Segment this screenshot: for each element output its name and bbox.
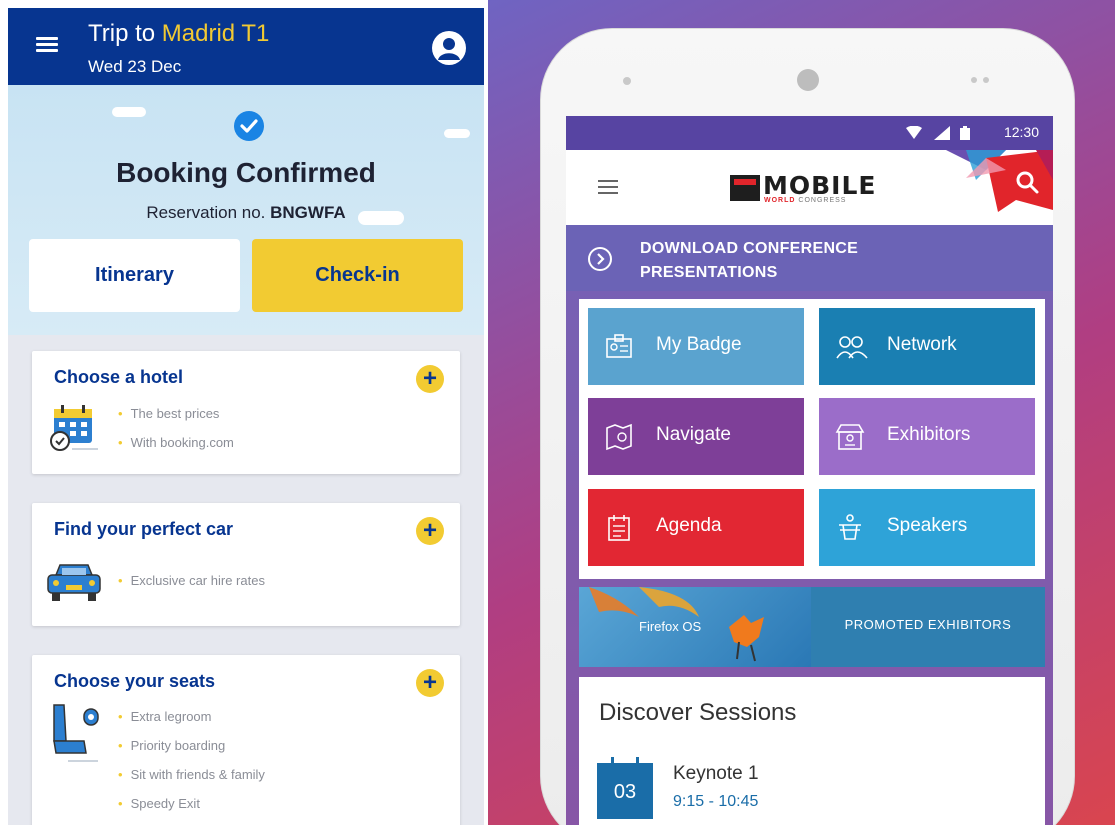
- tile-label: My Badge: [656, 334, 742, 355]
- logo-text: MOBILE: [763, 171, 877, 200]
- badge-icon: [604, 332, 634, 362]
- card-title: Find your perfect car: [54, 519, 234, 539]
- card-bullet: The best prices: [118, 406, 220, 421]
- signal-icon: [934, 126, 950, 145]
- tile-agenda[interactable]: Agenda: [588, 489, 804, 566]
- app-bar: MOBILE WORLD CONGRESS: [566, 150, 1053, 225]
- sensor-dot: [623, 77, 631, 85]
- camera-icon: [797, 69, 819, 91]
- people-icon: [835, 332, 868, 362]
- tile-exhibitors[interactable]: Exhibitors: [819, 398, 1035, 475]
- booking-status: Booking Confirmed: [116, 157, 376, 188]
- hamburger-icon[interactable]: [598, 180, 618, 194]
- calendar-day-icon: 03: [597, 757, 653, 819]
- tile-navigate[interactable]: Navigate: [588, 398, 804, 475]
- mwc-app-screen: 12:30 MOBILE WORLD CONGRESS DOWNLOAD CON…: [566, 116, 1053, 825]
- trip-title: Trip to Madrid T1: [88, 20, 269, 48]
- itinerary-button[interactable]: Itinerary: [29, 239, 240, 312]
- sensor-dot: [971, 77, 977, 83]
- sensor-dot: [983, 77, 989, 83]
- seat-icon: [48, 701, 108, 772]
- tile-label: Network: [887, 334, 957, 355]
- car-card[interactable]: Find your perfect car + Exclusive car hi…: [32, 503, 460, 626]
- seats-card[interactable]: Choose your seats + Extra legroom Priori…: [32, 655, 460, 825]
- card-title: Choose a hotel: [54, 367, 184, 387]
- card-bullet: With booking.com: [118, 435, 234, 450]
- logo-sub-congress: CONGRESS: [798, 197, 847, 204]
- checkmark-icon: [234, 111, 264, 141]
- session-day: 03: [613, 781, 637, 803]
- logo-subtext: WORLD CONGRESS: [764, 197, 846, 204]
- tile-network[interactable]: Network: [819, 308, 1035, 385]
- reservation-label: Reservation no.: [146, 203, 266, 222]
- trip-date: Wed 23 Dec: [88, 57, 182, 76]
- tile-label: Exhibitors: [887, 424, 971, 445]
- tile-label: Agenda: [656, 515, 722, 536]
- car-icon: [44, 559, 104, 612]
- tile-label: Speakers: [887, 515, 968, 536]
- booth-icon: [835, 422, 865, 452]
- screenshot-root: Trip to Madrid T1 Wed 23 Dec Booking Con…: [0, 0, 1115, 825]
- mwc-logo: MOBILE WORLD CONGRESS: [730, 168, 890, 208]
- top-app-bar: Trip to Madrid T1 Wed 23 Dec: [8, 8, 484, 85]
- download-banner-text: DOWNLOAD CONFERENCE PRESENTATIONS: [640, 237, 858, 285]
- hamburger-icon[interactable]: [36, 37, 58, 53]
- trip-title-prefix: Trip to: [88, 20, 156, 47]
- mwc-promo-panel: 12:30 MOBILE WORLD CONGRESS DOWNLOAD CON…: [488, 0, 1115, 825]
- tile-my-badge[interactable]: My Badge: [588, 308, 804, 385]
- promoted-exhibitors-banner[interactable]: Firefox OS PROMOTED EXHIBITORS: [579, 587, 1045, 667]
- cloud-decoration: [444, 129, 470, 138]
- podium-icon: [835, 513, 865, 543]
- discover-sessions-card: Discover Sessions 03 Keynote 1 9:15 - 10…: [579, 677, 1045, 825]
- card-bullet: Exclusive car hire rates: [118, 573, 265, 588]
- trip-destination: Madrid T1: [161, 20, 270, 47]
- hotel-card[interactable]: Choose a hotel + The best prices With bo…: [32, 351, 460, 474]
- reservation-code: BNGWFA: [270, 203, 346, 222]
- card-bullet: Speedy Exit: [118, 796, 200, 811]
- battery-icon: [960, 126, 970, 145]
- booking-app-screen: Trip to Madrid T1 Wed 23 Dec Booking Con…: [8, 8, 484, 825]
- account-icon[interactable]: [432, 31, 466, 65]
- cloud-decoration: [112, 107, 146, 117]
- add-icon[interactable]: +: [416, 365, 444, 393]
- agenda-icon: [604, 513, 634, 543]
- search-button[interactable]: [946, 150, 1053, 225]
- chevron-right-icon: [588, 247, 612, 271]
- hotel-calendar-icon: [48, 403, 100, 458]
- wifi-icon: [906, 125, 922, 145]
- card-bullet: Priority boarding: [118, 738, 226, 753]
- firefox-os-label: Firefox OS: [639, 619, 702, 634]
- map-icon: [604, 422, 634, 452]
- checkin-button[interactable]: Check-in: [252, 239, 463, 312]
- booking-hero: Booking Confirmed Reservation no. BNGWFA…: [8, 85, 484, 335]
- add-icon[interactable]: +: [416, 517, 444, 545]
- download-banner-line2: PRESENTATIONS: [640, 264, 778, 281]
- logo-mark: [730, 175, 760, 201]
- reservation-number: Reservation no. BNGWFA: [8, 203, 484, 223]
- logo-sub-world: WORLD: [764, 197, 796, 204]
- feature-tiles: My Badge Network Navigate Exhibitors Age…: [579, 299, 1045, 579]
- sessions-title: Discover Sessions: [599, 699, 797, 726]
- status-bar: 12:30: [566, 116, 1053, 150]
- status-time: 12:30: [1003, 124, 1039, 140]
- tile-speakers[interactable]: Speakers: [819, 489, 1035, 566]
- tile-label: Navigate: [656, 424, 731, 445]
- session-time: 9:15 - 10:45: [673, 793, 759, 810]
- firefox-promo-image: Firefox OS: [579, 587, 811, 667]
- card-bullet: Sit with friends & family: [118, 767, 265, 782]
- add-icon[interactable]: +: [416, 669, 444, 697]
- card-bullet: Extra legroom: [118, 709, 212, 724]
- card-title: Choose your seats: [54, 671, 216, 691]
- promoted-exhibitors-label: PROMOTED EXHIBITORS: [844, 617, 1012, 632]
- session-name[interactable]: Keynote 1: [673, 763, 759, 785]
- download-banner-line1: DOWNLOAD CONFERENCE: [640, 240, 859, 257]
- download-presentations-banner[interactable]: DOWNLOAD CONFERENCE PRESENTATIONS: [566, 225, 1053, 291]
